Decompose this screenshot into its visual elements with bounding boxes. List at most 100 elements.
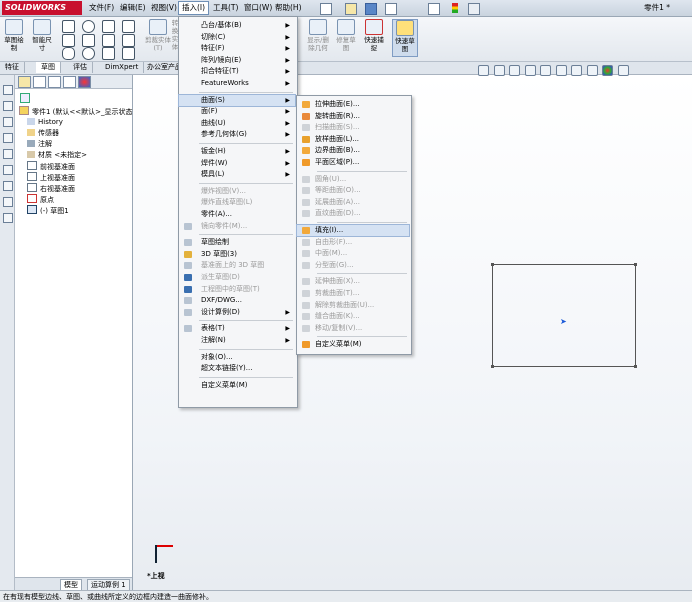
- surface_menu-item[interactable]: 剪裁曲面(T)...: [297, 288, 409, 299]
- zoom-area-icon[interactable]: [493, 65, 505, 76]
- repair-sketch-button[interactable]: 修复草图: [334, 19, 358, 52]
- insert_menu-item[interactable]: 曲面(S) ▶: [178, 93, 296, 107]
- slot-tool-icon[interactable]: [62, 47, 75, 60]
- insert_menu-item[interactable]: 派生草图(D): [179, 272, 295, 283]
- rapid-sketch-button[interactable]: 快速草图: [392, 19, 418, 57]
- smart-dimension-button[interactable]: 智能尺寸: [30, 19, 54, 52]
- open-folder-icon[interactable]: [345, 3, 357, 15]
- surface_menu-item[interactable]: 自由形(F)...: [297, 237, 409, 248]
- tab-sketch[interactable]: 草图: [36, 62, 61, 73]
- view-orientation-icon[interactable]: [540, 65, 552, 76]
- library-icon[interactable]: [3, 197, 13, 207]
- insert_menu-item[interactable]: 凸台/基体(B) ▶: [179, 20, 295, 31]
- insert_menu-item[interactable]: 参考几何体(G) ▶: [179, 129, 295, 140]
- insert_menu-item[interactable]: 3D 草图(3): [179, 249, 295, 260]
- menu-window[interactable]: 窗口(W): [241, 2, 275, 14]
- tree-item-origin[interactable]: 原点: [27, 194, 54, 204]
- surface_menu-item[interactable]: 放样曲面(L)...: [297, 134, 409, 145]
- surface_menu-item[interactable]: 延伸曲面(X)...: [297, 276, 409, 287]
- surface_menu-item[interactable]: 延展曲面(A)...: [297, 197, 409, 208]
- tab-features[interactable]: 特征: [0, 62, 25, 73]
- surface_menu-item[interactable]: 移动/复制(V)...: [297, 323, 409, 334]
- menu-file[interactable]: 文件(F): [86, 2, 117, 14]
- feature-tree-tab-icon[interactable]: [18, 76, 31, 88]
- custom-properties-icon[interactable]: [3, 181, 13, 191]
- surface_menu-item[interactable]: 拉伸曲面(E)...: [297, 99, 409, 110]
- insert_menu-item[interactable]: 镜向零件(M)...: [179, 221, 295, 232]
- tree-item-material[interactable]: 材质 <未指定>: [27, 150, 87, 160]
- tree-item-top-plane[interactable]: 上视基准面: [27, 172, 75, 182]
- trim-entities-button[interactable]: 剪裁实体(T): [144, 19, 172, 52]
- point-tool-icon[interactable]: [122, 20, 135, 33]
- tree-item-sensors[interactable]: 传感器: [27, 128, 59, 138]
- insert_menu-item[interactable]: 对象(O)...: [179, 352, 295, 363]
- insert_menu-item[interactable]: 自定义菜单(M): [179, 380, 295, 391]
- insert_menu-item[interactable]: 零件(A)...: [179, 209, 295, 220]
- menu-insert[interactable]: 插入(I): [178, 1, 210, 15]
- insert_menu-item[interactable]: 焊件(W) ▶: [179, 158, 295, 169]
- appearances-icon[interactable]: [3, 165, 13, 175]
- surface_menu-item[interactable]: 边界曲面(B)...: [297, 145, 409, 156]
- surface_menu-item[interactable]: 解除剪裁曲面(U)...: [297, 300, 409, 311]
- dimxpert-tab-icon[interactable]: [63, 76, 76, 88]
- rectangle-tool-icon[interactable]: [62, 34, 75, 47]
- tab-dimxpert[interactable]: DimXpert: [100, 62, 145, 73]
- insert_menu-item[interactable]: 曲线(U) ▶: [179, 118, 295, 129]
- surface_menu-item[interactable]: 旋转曲面(R)...: [297, 111, 409, 122]
- configuration-tab-icon[interactable]: [48, 76, 61, 88]
- surface_menu-item[interactable]: 直纹曲面(D)...: [297, 208, 409, 219]
- view-palette-icon[interactable]: [3, 149, 13, 159]
- sketch-button[interactable]: 草图绘制: [3, 19, 25, 52]
- surface_menu-item[interactable]: 填充(I)...: [296, 224, 410, 237]
- ellipse-tool-icon[interactable]: [82, 47, 95, 60]
- line-tool-icon[interactable]: [62, 20, 75, 33]
- search-icon[interactable]: [3, 133, 13, 143]
- insert_menu-item[interactable]: 表格(T) ▶: [179, 323, 295, 334]
- circle-tool-icon[interactable]: [82, 20, 95, 33]
- display-style-icon[interactable]: [555, 65, 567, 76]
- select-arrow-icon[interactable]: [428, 3, 440, 15]
- insert_menu-item[interactable]: 面(F) ▶: [179, 106, 295, 117]
- insert_menu-item[interactable]: 草图绘制: [179, 237, 295, 248]
- display-delete-relations-button[interactable]: 显示/删除几何: [304, 19, 332, 52]
- surface_menu-item[interactable]: 平面区域(P)...: [297, 157, 409, 168]
- hide-show-items-icon[interactable]: [571, 65, 583, 76]
- file-explorer-icon[interactable]: [3, 117, 13, 127]
- polygon-tool-icon[interactable]: [102, 34, 115, 47]
- menu-help[interactable]: 帮助(H): [272, 2, 305, 14]
- menu-view[interactable]: 视图(V): [148, 2, 180, 14]
- tree-item-front-plane[interactable]: 前视基准面: [27, 161, 75, 171]
- fillet-tool-icon[interactable]: [102, 47, 115, 60]
- insert_menu-item[interactable]: 工程图中的草图(T): [179, 284, 295, 295]
- menu-tools[interactable]: 工具(T): [210, 2, 241, 14]
- insert_menu-item[interactable]: 基准面上的 3D 草图: [179, 260, 295, 271]
- surface_menu-item[interactable]: 等距曲面(O)...: [297, 185, 409, 196]
- surface_menu-item[interactable]: 分型面(G)...: [297, 260, 409, 271]
- surface_menu-item[interactable]: 自定义菜单(M): [297, 339, 409, 350]
- tab-evaluate[interactable]: 评估: [68, 62, 93, 73]
- arc-tool-icon[interactable]: [82, 34, 95, 47]
- insert_menu-item[interactable]: 超文本链接(Y)...: [179, 363, 295, 374]
- forum-icon[interactable]: [3, 213, 13, 223]
- edit-appearance-icon[interactable]: [586, 65, 598, 76]
- sketch-rectangle[interactable]: [491, 263, 637, 368]
- resources-icon[interactable]: [3, 85, 13, 95]
- menu-edit[interactable]: 编辑(E): [117, 2, 149, 14]
- new-doc-icon[interactable]: [320, 3, 332, 15]
- surface_menu-item[interactable]: 中面(M)...: [297, 248, 409, 259]
- insert_menu-item[interactable]: DXF/DWG...: [179, 295, 295, 306]
- quick-snaps-button[interactable]: 快速捕捉: [362, 19, 386, 52]
- rebuild-icon[interactable]: [452, 3, 458, 13]
- insert_menu-item[interactable]: 设计算例(D) ▶: [179, 307, 295, 318]
- surface_menu-item[interactable]: 圆角(U)...: [297, 174, 409, 185]
- tree-item-sketch1[interactable]: (-) 草图1: [27, 205, 69, 215]
- print-icon[interactable]: [385, 3, 397, 15]
- insert_menu-item[interactable]: 阵列/镜向(E) ▶: [179, 55, 295, 66]
- centerpoint-tool-icon[interactable]: [122, 47, 135, 60]
- options-icon[interactable]: [468, 3, 480, 15]
- design-library-icon[interactable]: [3, 101, 13, 111]
- display-manager-tab-icon[interactable]: [78, 76, 91, 88]
- filter-icon[interactable]: [20, 93, 30, 103]
- insert_menu-item[interactable]: FeatureWorks ▶: [179, 78, 295, 89]
- tree-item-annotations[interactable]: 注解: [27, 139, 52, 149]
